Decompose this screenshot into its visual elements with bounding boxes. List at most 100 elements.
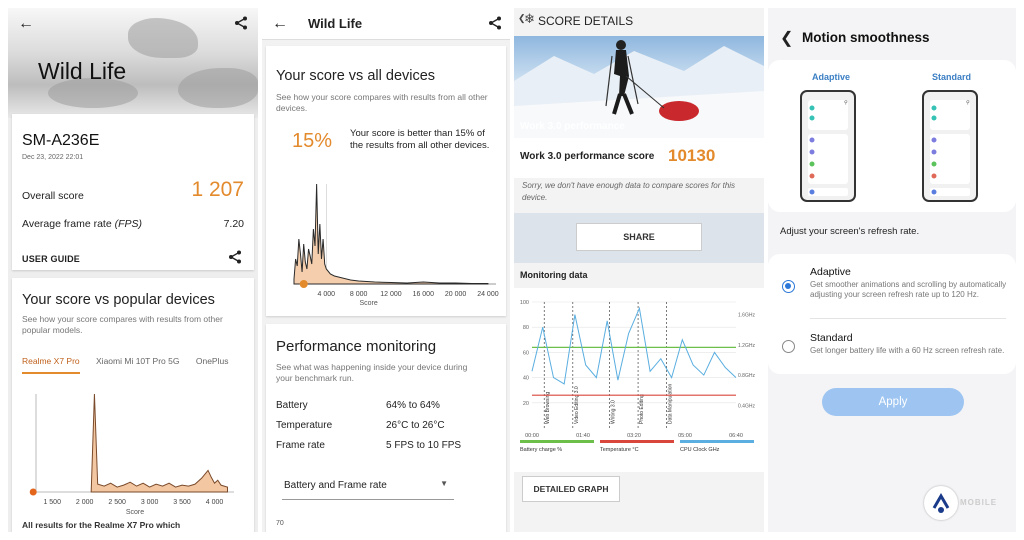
results-footer: All results for the Realme X7 Pro which xyxy=(22,520,181,530)
popular-devices-title: Your score vs popular devices xyxy=(22,292,215,308)
apply-button[interactable]: Apply xyxy=(822,388,964,416)
all-devices-card: Your score vs all devices See how your s… xyxy=(266,46,506,316)
y-left-tick: 20 xyxy=(523,401,529,407)
page-title: SCORE DETAILS xyxy=(538,14,634,28)
refresh-rate-hint: Adjust your screen's refresh rate. xyxy=(780,226,920,237)
distribution-area xyxy=(90,393,229,493)
wild-life-details-screen: ← Wild Life Your score vs all devices Se… xyxy=(262,8,510,532)
y-left-tick: 100 xyxy=(520,300,529,306)
radio-standard[interactable] xyxy=(782,340,795,353)
dropdown-selected-value: Battery and Frame rate xyxy=(284,480,387,491)
x-tick-label: 16 000 xyxy=(413,291,435,298)
option-adaptive-desc: Get smoother animations and scrolling by… xyxy=(810,280,1007,299)
tab-realme-x7-pro[interactable]: Realme X7 Pro xyxy=(22,356,80,374)
y-left-tick: 40 xyxy=(523,376,529,382)
option-standard-title[interactable]: Standard xyxy=(810,332,853,344)
tab-oneplus[interactable]: OnePlus xyxy=(196,356,229,372)
temperature-value: 26°C to 26°C xyxy=(386,420,445,431)
share-icon[interactable] xyxy=(488,16,502,34)
score-row: Work 3.0 performance score 10130 xyxy=(514,138,764,178)
all-devices-chart: 4 000 8 000 12 000 16 000 20 000 24 000 Score xyxy=(293,183,499,307)
task-marker-label: Data Manipulation xyxy=(668,383,674,424)
all-devices-subtitle: See how your score compares with results… xyxy=(276,92,488,113)
screenshot-collage: ← Wild Life SM-A236E Dec 23, 2022 22:01 … xyxy=(0,0,1024,540)
partial-axis-tick: 70 xyxy=(276,520,284,527)
task-marker-label: Writing 3.0 xyxy=(611,400,617,424)
y-right-tick: 0.8GHz xyxy=(738,373,755,379)
option-adaptive-title[interactable]: Adaptive xyxy=(810,266,851,278)
perf-subtitle: See what was happening inside your devic… xyxy=(276,362,468,383)
preview-label-standard: Standard xyxy=(932,72,972,82)
performance-monitoring-card: Performance monitoring See what was happ… xyxy=(266,324,506,532)
x-tick-label: 4 000 xyxy=(318,291,336,298)
percentile-text: Your score is better than 15% of the res… xyxy=(350,128,490,151)
page-title: Wild Life xyxy=(308,16,363,31)
page-title: Wild Life xyxy=(38,58,127,84)
score-label: Work 3.0 performance score xyxy=(520,151,655,162)
legend-swatch xyxy=(680,440,754,443)
your-score-marker xyxy=(29,488,37,496)
y-left-tick: 60 xyxy=(523,350,529,356)
legend-label: Battery charge % xyxy=(520,447,562,453)
x-tick-label: 8 000 xyxy=(350,291,368,298)
page-title: Motion smoothness xyxy=(802,30,930,45)
back-arrow-icon[interactable]: ← xyxy=(272,16,288,32)
x-tick-label: 3 500 xyxy=(173,499,191,506)
chevron-down-icon: ▼ xyxy=(440,479,448,488)
detailed-graph-button[interactable]: DETAILED GRAPH xyxy=(522,476,620,502)
task-marker-label: Web Browsing xyxy=(545,392,551,424)
x-tick-label: 00:00 xyxy=(525,433,539,439)
legend-label: CPU Clock GHz xyxy=(680,447,720,453)
phone-mockup-adaptive: ⚲ xyxy=(800,90,856,202)
share-button[interactable]: SHARE xyxy=(576,223,702,251)
overall-score-label: Overall score xyxy=(22,190,84,202)
divider xyxy=(810,318,1006,319)
share-icon[interactable] xyxy=(234,16,248,34)
option-standard-desc: Get longer battery life with a 60 Hz scr… xyxy=(810,346,1005,355)
x-tick-label: 06:40 xyxy=(729,433,743,439)
share-area: SHARE xyxy=(514,213,764,263)
all-devices-title: Your score vs all devices xyxy=(276,68,436,84)
user-guide-link[interactable]: USER GUIDE xyxy=(22,254,80,264)
task-marker-label: Photo Editing xyxy=(639,394,645,424)
legend-swatch xyxy=(520,440,594,443)
x-tick-label: 05:00 xyxy=(678,433,692,439)
score-details-screen: ❮ ❄ SCORE DETAILS Work 3.0 performance W… xyxy=(514,8,764,532)
distribution-area xyxy=(293,183,489,285)
wild-life-result-screen: ← Wild Life SM-A236E Dec 23, 2022 22:01 … xyxy=(8,8,258,532)
perf-title: Performance monitoring xyxy=(276,338,437,355)
legend-label: Temperature °C xyxy=(600,447,639,453)
x-tick-label: 03:20 xyxy=(627,433,641,439)
no-comparison-notice: Sorry, we don't have enough data to comp… xyxy=(522,181,736,202)
x-tick-label: 2 500 xyxy=(108,499,126,506)
overall-score-value: 1 207 xyxy=(191,178,244,201)
back-chevron-icon[interactable]: ❮ xyxy=(780,28,793,48)
temperature-label: Temperature xyxy=(276,420,333,431)
y-right-tick: 1.2GHz xyxy=(738,343,755,349)
y-right-tick: 0.4GHz xyxy=(738,403,755,409)
monitoring-chart-box: 100 80 60 40 20 1.6GHz 1.2GHz 0.8GHz 0.4GHz Web B… xyxy=(514,288,764,472)
watermark-logo-icon xyxy=(924,486,958,520)
y-left-tick: 80 xyxy=(523,325,529,331)
legend-swatch xyxy=(600,440,674,443)
radio-adaptive[interactable] xyxy=(782,280,795,293)
result-date: Dec 23, 2022 22:01 xyxy=(22,154,84,161)
watermark-text: MOBILE xyxy=(960,498,998,507)
back-arrow-icon[interactable]: ← xyxy=(18,16,34,32)
x-tick-label: 01:40 xyxy=(576,433,590,439)
x-tick-label: 1 500 xyxy=(43,499,61,506)
popular-devices-subtitle: See how your score compares with results… xyxy=(22,314,223,335)
score-value: 10130 xyxy=(668,146,716,165)
x-tick-label: 3 000 xyxy=(141,499,159,506)
x-tick-label: 20 000 xyxy=(445,291,467,298)
share-icon[interactable] xyxy=(228,250,242,268)
popular-devices-chart: 1 500 2 000 2 500 3 000 3 500 4 000 Score xyxy=(29,393,234,516)
preview-label-adaptive: Adaptive xyxy=(812,72,851,82)
chart-metric-dropdown[interactable]: Battery and Frame rate ▼ xyxy=(282,474,454,500)
tab-xiaomi-mi-10t-pro[interactable]: Xiaomi Mi 10T Pro 5G xyxy=(96,356,179,372)
series-line xyxy=(531,306,737,385)
x-tick-label: 12 000 xyxy=(380,291,402,298)
svg-text:⚲: ⚲ xyxy=(966,100,970,106)
x-tick-label: 2 000 xyxy=(76,499,94,506)
frame-rate-label: Frame rate xyxy=(276,440,325,451)
